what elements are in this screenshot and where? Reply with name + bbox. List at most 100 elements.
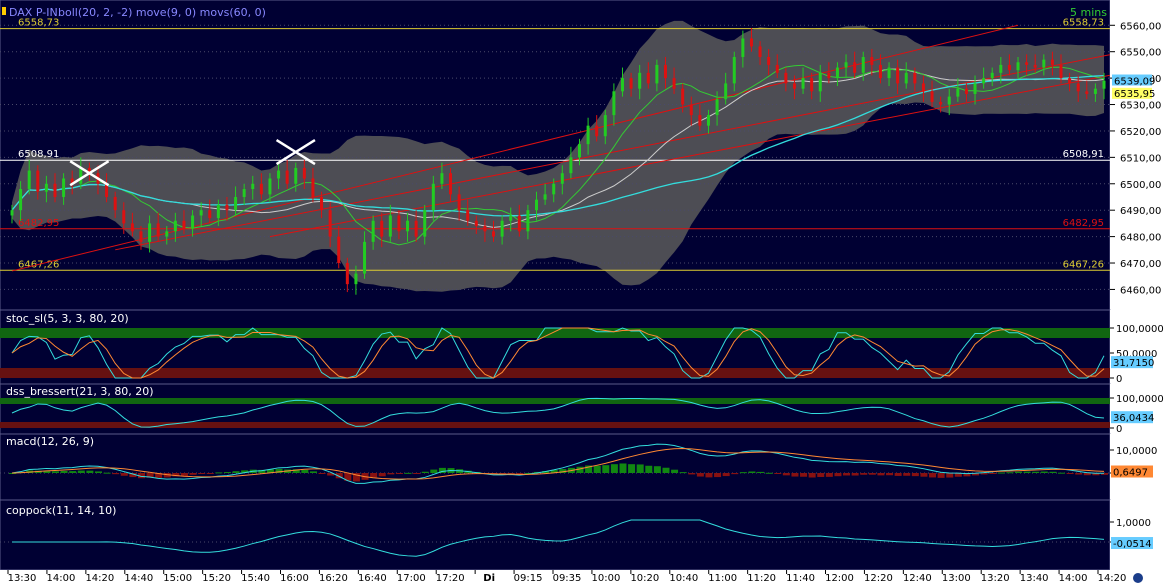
macd-histogram-bar [808,473,816,478]
macd-histogram-bar [937,473,945,478]
macd-histogram-bar [636,464,644,473]
candle-body [466,210,470,221]
time-axis[interactable]: 13:30 14:00 14:20 14:40 15:00 15:20 15:40 16:00… [0,570,1165,583]
candle-body [577,144,581,158]
price-tick-label: 6480,00 [1120,233,1161,244]
macd-histogram-bar [1075,473,1083,475]
candle-body [268,178,272,195]
candle-body [517,215,521,232]
macd-histogram-bar [593,465,601,473]
candle-body [749,38,753,47]
macd-histogram-bar [1032,471,1040,473]
candle-body [191,215,195,229]
time-tick-label: 10:20 [630,573,659,583]
macd-histogram-bar [112,473,120,475]
candle-body [277,170,281,179]
candle-body [483,226,487,232]
candle-body [638,72,642,89]
candle-body [19,189,23,211]
dss-title: dss_bressert(21, 3, 80, 20) [6,385,154,398]
macd-histogram-bar [232,471,240,473]
macd-histogram-bar [886,473,894,476]
time-tick-label: 11:40 [786,573,815,583]
candle-body [629,78,633,89]
macd-histogram-bar [198,473,206,474]
candle-body [431,183,435,211]
macd-histogram-bar [1058,472,1066,474]
candle-body [440,173,444,184]
candle-body [122,210,126,224]
candle-body [397,215,401,232]
macd-histogram-bar [662,467,670,473]
candle-body [543,194,547,200]
candle-body [36,170,40,192]
macd-histogram-bar [748,471,756,473]
stoc-panel[interactable]: stoc_sl(5, 3, 3, 80, 20) [0,309,1111,385]
candle-body [672,78,676,89]
candle-body [939,101,943,105]
macd-histogram-bar [877,473,885,476]
candle-body [758,46,762,57]
macd-histogram-bar [215,472,223,474]
macd-histogram-bar [679,472,687,474]
candle-body [595,125,599,137]
candle-body [44,183,48,192]
candle-body [1076,83,1080,92]
price-tick-label: 6460,00 [1120,285,1161,296]
overbought-zone [0,328,1110,338]
macd-histogram-bar [60,470,68,473]
candle-body [689,104,693,116]
candle-body [535,199,539,211]
candle-body [586,125,590,145]
macd-histogram-bar [705,473,713,478]
time-tick-label: 14:00 [47,573,76,583]
macd-panel[interactable]: macd(12, 26, 9) [0,433,1111,501]
macd-histogram-bar [722,473,730,477]
candle-body [663,64,667,79]
settings-icon[interactable] [1133,573,1143,583]
macd-histogram-bar [610,464,618,473]
last-value-label: -0,0514 [1113,539,1152,550]
stoc-title: stoc_sl(5, 3, 3, 80, 20) [6,312,129,325]
candle-body [775,64,779,73]
candle-body [1007,64,1011,71]
candle-body [216,204,220,219]
candle-body [1050,59,1054,65]
price-axis[interactable]: 6560,006550,006540,006530,006520,006510,… [1110,0,1165,310]
candle-body [500,220,504,237]
macd-histogram-bar [765,472,773,474]
candle-body [973,83,977,94]
dss-panel[interactable]: dss_bressert(21, 3, 80, 20) [0,383,1111,435]
level-label-left: 6508,91 [18,149,59,160]
last-value-label: 31,7150 [1113,358,1154,369]
candle-body [810,78,814,92]
candle-body [646,72,650,84]
price-tick-label: 6520,00 [1120,127,1161,138]
candle-body [302,167,306,179]
time-tick-label: 11:00 [708,573,737,583]
candle-body [328,210,332,237]
candle-body [921,83,925,92]
macd-histogram-bar [911,473,919,477]
macd-panel-bg [0,433,1111,501]
macd-histogram-bar [834,473,842,477]
coppock-panel[interactable]: coppock(11, 14, 10) [0,499,1111,571]
candle-body [165,231,169,237]
stoc-axis: 100,000050,0000031,7150 [1110,310,1165,385]
candle-body [10,210,14,216]
candle-body [1093,88,1097,94]
candle-body [320,196,324,211]
macd-histogram-bar [843,473,851,476]
time-tick-label: 10:00 [592,573,621,583]
candle-body [878,64,882,79]
candle-body [113,196,117,211]
candle-body [1102,80,1106,89]
candle-body [294,167,298,184]
macd-histogram-bar [782,473,790,476]
candle-body [956,88,960,97]
candle-body [732,56,736,84]
time-tick-label: 09:15 [514,573,543,583]
macd-histogram-bar [421,471,429,473]
price-panel[interactable]: 6558,73 6558,73 6508,91 6508,91 6482,95 6482,… [0,0,1165,311]
candle-body [999,64,1003,73]
